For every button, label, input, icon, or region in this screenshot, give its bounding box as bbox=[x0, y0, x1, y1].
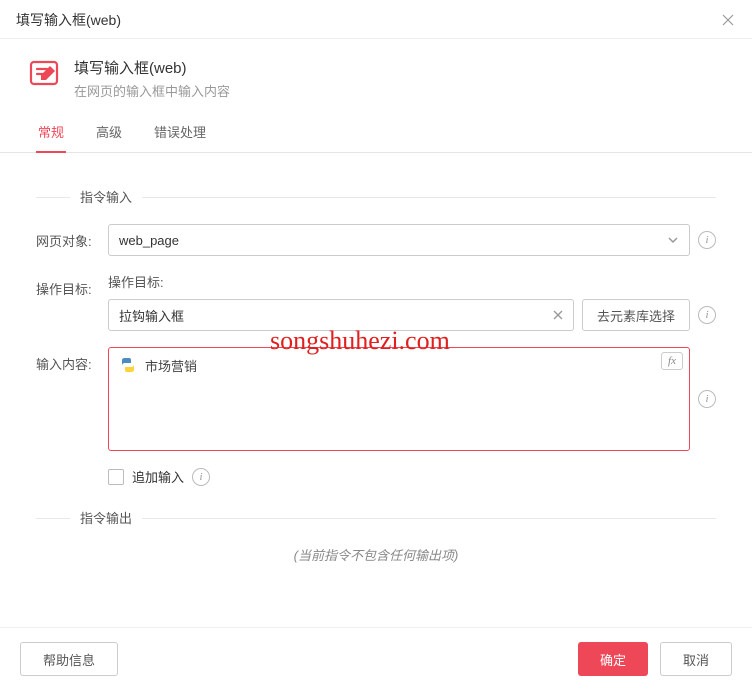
tab-advanced[interactable]: 高级 bbox=[94, 112, 124, 152]
ok-button[interactable]: 确定 bbox=[578, 642, 648, 676]
tab-general[interactable]: 常规 bbox=[36, 112, 66, 153]
web-object-value: web_page bbox=[119, 233, 179, 248]
fx-button[interactable]: fx bbox=[661, 352, 683, 370]
content-label: 输入内容: bbox=[36, 347, 98, 373]
info-icon[interactable]: i bbox=[698, 306, 716, 324]
clear-icon[interactable] bbox=[551, 308, 565, 322]
form-edit-icon bbox=[28, 57, 60, 89]
page-title: 填写输入框(web) bbox=[74, 57, 230, 78]
no-output-text: (当前指令不包含任何输出项) bbox=[36, 545, 716, 564]
info-icon[interactable]: i bbox=[698, 231, 716, 249]
info-icon[interactable]: i bbox=[698, 390, 716, 408]
python-icon bbox=[119, 357, 137, 373]
append-label: 追加输入 bbox=[132, 467, 184, 486]
info-icon[interactable]: i bbox=[192, 468, 210, 486]
target-input[interactable]: 拉钩输入框 bbox=[108, 299, 574, 331]
section-output-label: 指令输出 bbox=[70, 511, 142, 526]
chevron-down-icon bbox=[667, 234, 679, 246]
target-sublabel: 操作目标: bbox=[108, 272, 716, 291]
target-label: 操作目标: bbox=[36, 272, 98, 298]
append-checkbox[interactable] bbox=[108, 469, 124, 485]
content-textarea[interactable]: 市场营销 fx bbox=[108, 347, 690, 451]
close-icon[interactable] bbox=[720, 12, 736, 28]
select-element-button[interactable]: 去元素库选择 bbox=[582, 299, 690, 331]
page-subtitle: 在网页的输入框中输入内容 bbox=[74, 81, 230, 100]
web-object-label: 网页对象: bbox=[36, 224, 98, 250]
cancel-button[interactable]: 取消 bbox=[660, 642, 732, 676]
tab-error[interactable]: 错误处理 bbox=[152, 112, 208, 152]
window-title: 填写输入框(web) bbox=[16, 10, 121, 30]
section-input-label: 指令输入 bbox=[70, 190, 142, 205]
content-value: 市场营销 bbox=[145, 356, 197, 375]
web-object-select[interactable]: web_page bbox=[108, 224, 690, 256]
target-value: 拉钩输入框 bbox=[119, 306, 184, 325]
help-button[interactable]: 帮助信息 bbox=[20, 642, 118, 676]
